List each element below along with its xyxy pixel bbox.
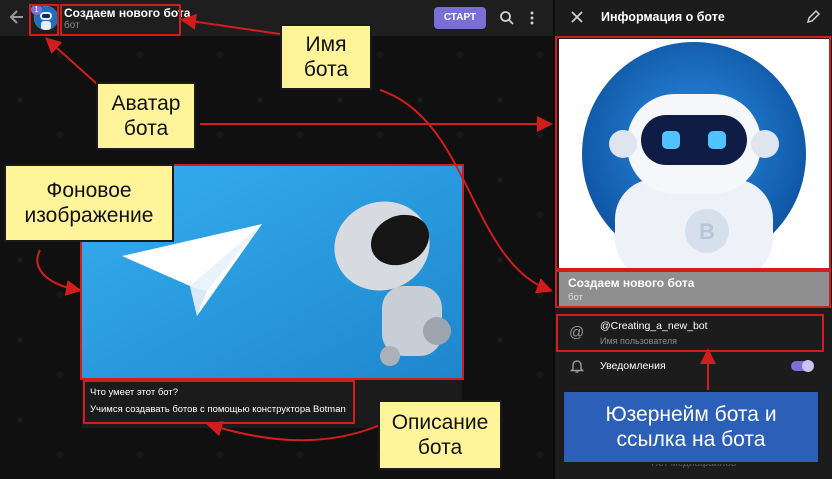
callout-background-image: Фоновое изображение (4, 164, 174, 242)
callout-bot-description: Описание бота (378, 400, 502, 470)
callout-username: Юзернейм бота и ссылка на бота (562, 390, 820, 464)
callout-bot-name: Имя бота (280, 24, 372, 90)
callout-bot-avatar: Аватар бота (96, 82, 196, 150)
